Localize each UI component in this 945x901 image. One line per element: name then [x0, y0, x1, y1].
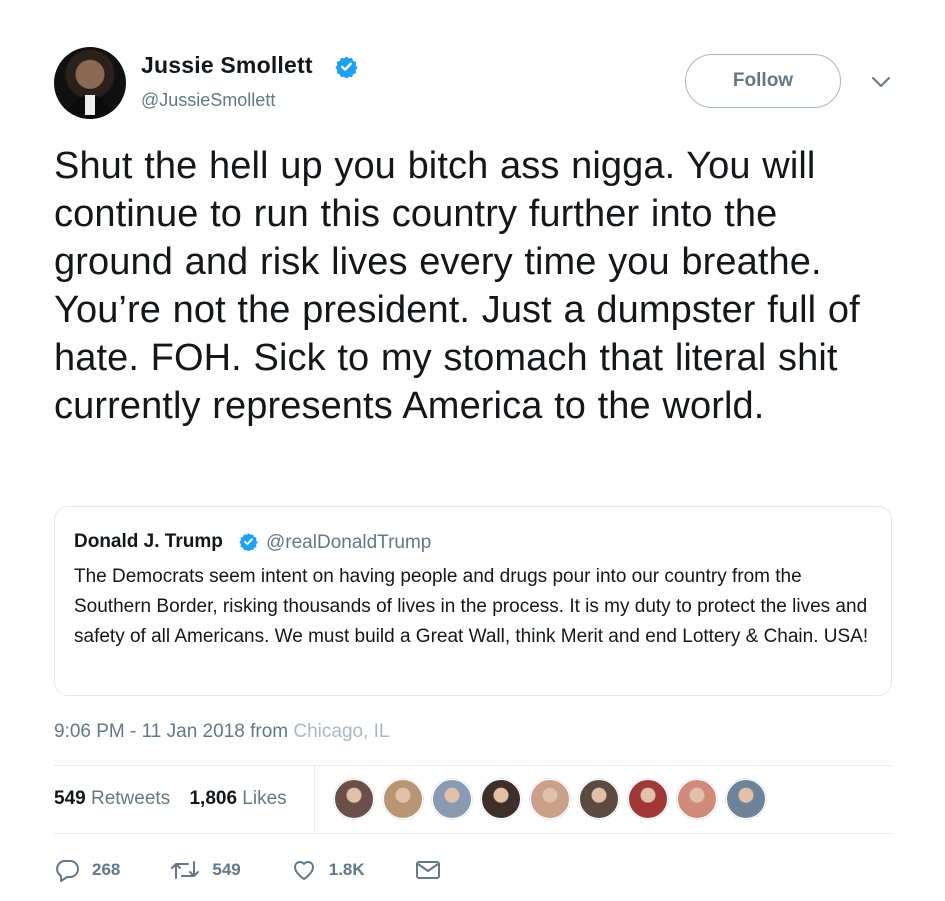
reply-count: 268 [92, 860, 121, 879]
divider [54, 833, 892, 834]
liker-avatar[interactable] [530, 779, 570, 819]
tweet-stats: 549 Retweets 1,806 Likes [54, 788, 301, 810]
liker-avatar[interactable] [383, 779, 423, 819]
direct-message-button[interactable] [415, 859, 453, 881]
retweets-label: Retweets [90, 788, 171, 809]
tweet-actions: 268 549 1.8K [54, 852, 503, 888]
avatar-shirt [85, 95, 95, 115]
tweet-timestamp[interactable]: 9:06 PM - 11 Jan 2018 [54, 721, 245, 742]
retweet-count: 549 [212, 860, 241, 879]
quoted-author-name: Donald J. Trump [74, 531, 223, 552]
author-avatar[interactable] [54, 47, 126, 119]
author-name[interactable]: Jussie Smollett [141, 52, 313, 79]
reply-icon [56, 860, 79, 882]
retweet-button[interactable]: 549 [170, 858, 241, 882]
retweets-stat[interactable]: 549 Retweets [54, 788, 170, 809]
verified-badge-icon [239, 533, 258, 551]
liker-avatar[interactable] [334, 779, 374, 819]
stats-separator [314, 766, 315, 832]
from-label: from [250, 721, 289, 742]
liker-avatar[interactable] [579, 779, 619, 819]
quoted-tweet-text: The Democrats seem intent on having peop… [74, 566, 869, 647]
liker-avatar[interactable] [481, 779, 521, 819]
liker-avatar[interactable] [677, 779, 717, 819]
like-button[interactable]: 1.8K [291, 858, 365, 882]
tweet-metadata: 9:06 PM - 11 Jan 2018 from Chicago, IL [54, 721, 390, 743]
follow-button[interactable]: Follow [685, 54, 841, 108]
like-count: 1.8K [328, 860, 365, 879]
retweet-icon [171, 861, 200, 879]
heart-icon [293, 861, 314, 880]
likes-stat[interactable]: 1,806 Likes [189, 788, 286, 809]
divider [54, 765, 892, 766]
verified-badge-icon [335, 56, 358, 78]
likes-label: Likes [242, 788, 287, 809]
envelope-icon [415, 861, 440, 879]
tweet-location-link[interactable]: Chicago, IL [293, 721, 389, 742]
liker-avatar[interactable] [432, 779, 472, 819]
author-handle[interactable]: @JussieSmollett [141, 90, 275, 111]
liker-avatar[interactable] [628, 779, 668, 819]
reply-button[interactable]: 268 [54, 858, 120, 882]
chevron-down-icon[interactable] [870, 74, 892, 90]
liker-avatar[interactable] [726, 779, 766, 819]
retweets-count: 549 [54, 788, 86, 809]
quoted-author-handle: @realDonaldTrump [266, 532, 432, 553]
likes-count: 1,806 [189, 788, 238, 809]
tweet-text: Shut the hell up you bitch ass nigga. Yo… [54, 145, 860, 427]
liker-avatars [334, 779, 775, 819]
quoted-tweet-card[interactable]: Donald J. Trump @realDonaldTrump The Dem… [54, 506, 892, 696]
